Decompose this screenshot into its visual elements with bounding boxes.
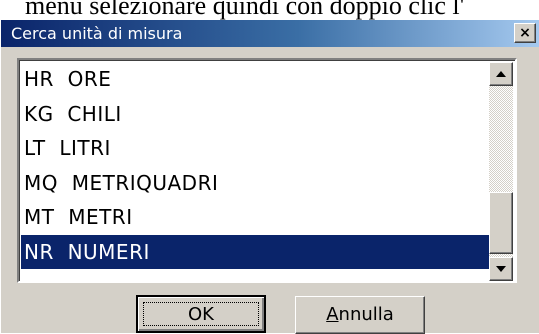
list-item-mt[interactable]: MT METRI [21,200,491,235]
list-item-lt[interactable]: LT LITRI [21,131,491,166]
scroll-down-button[interactable] [489,257,513,281]
list-item-kg[interactable]: KG CHILI [21,97,491,132]
close-icon: × [519,25,531,41]
background-document-text: menù selezionare quindi con doppio clic … [25,0,465,20]
vertical-scrollbar[interactable] [489,62,513,281]
scroll-up-button[interactable] [489,62,513,86]
list-item-hr[interactable]: HR ORE [21,62,491,97]
cancel-button-label: nnulla [338,304,394,325]
scroll-up-arrow-icon [496,71,506,77]
scroll-down-arrow-icon [496,266,506,272]
units-listbox[interactable]: HR ORE KG CHILI LT LITRI MQ METRIQUADRI … [17,58,517,283]
close-button[interactable]: × [514,23,536,43]
search-unit-dialog: Cerca unità di misura × HR ORE KG CHILI … [0,20,539,334]
list-item-nr[interactable]: NR NUMERI [21,234,491,269]
scrollbar-thumb[interactable] [489,192,513,254]
dialog-title: Cerca unità di misura [11,24,183,43]
list-item-mq[interactable]: MQ METRIQUADRI [21,166,491,201]
ok-button[interactable]: OK [136,295,266,333]
ok-button-label: OK [188,304,214,325]
title-bar: Cerca unità di misura × [1,20,539,47]
units-list: HR ORE KG CHILI LT LITRI MQ METRIQUADRI … [21,62,491,281]
cancel-button-mnemonic: A [326,304,339,325]
cancel-button[interactable]: Annulla [295,296,425,334]
